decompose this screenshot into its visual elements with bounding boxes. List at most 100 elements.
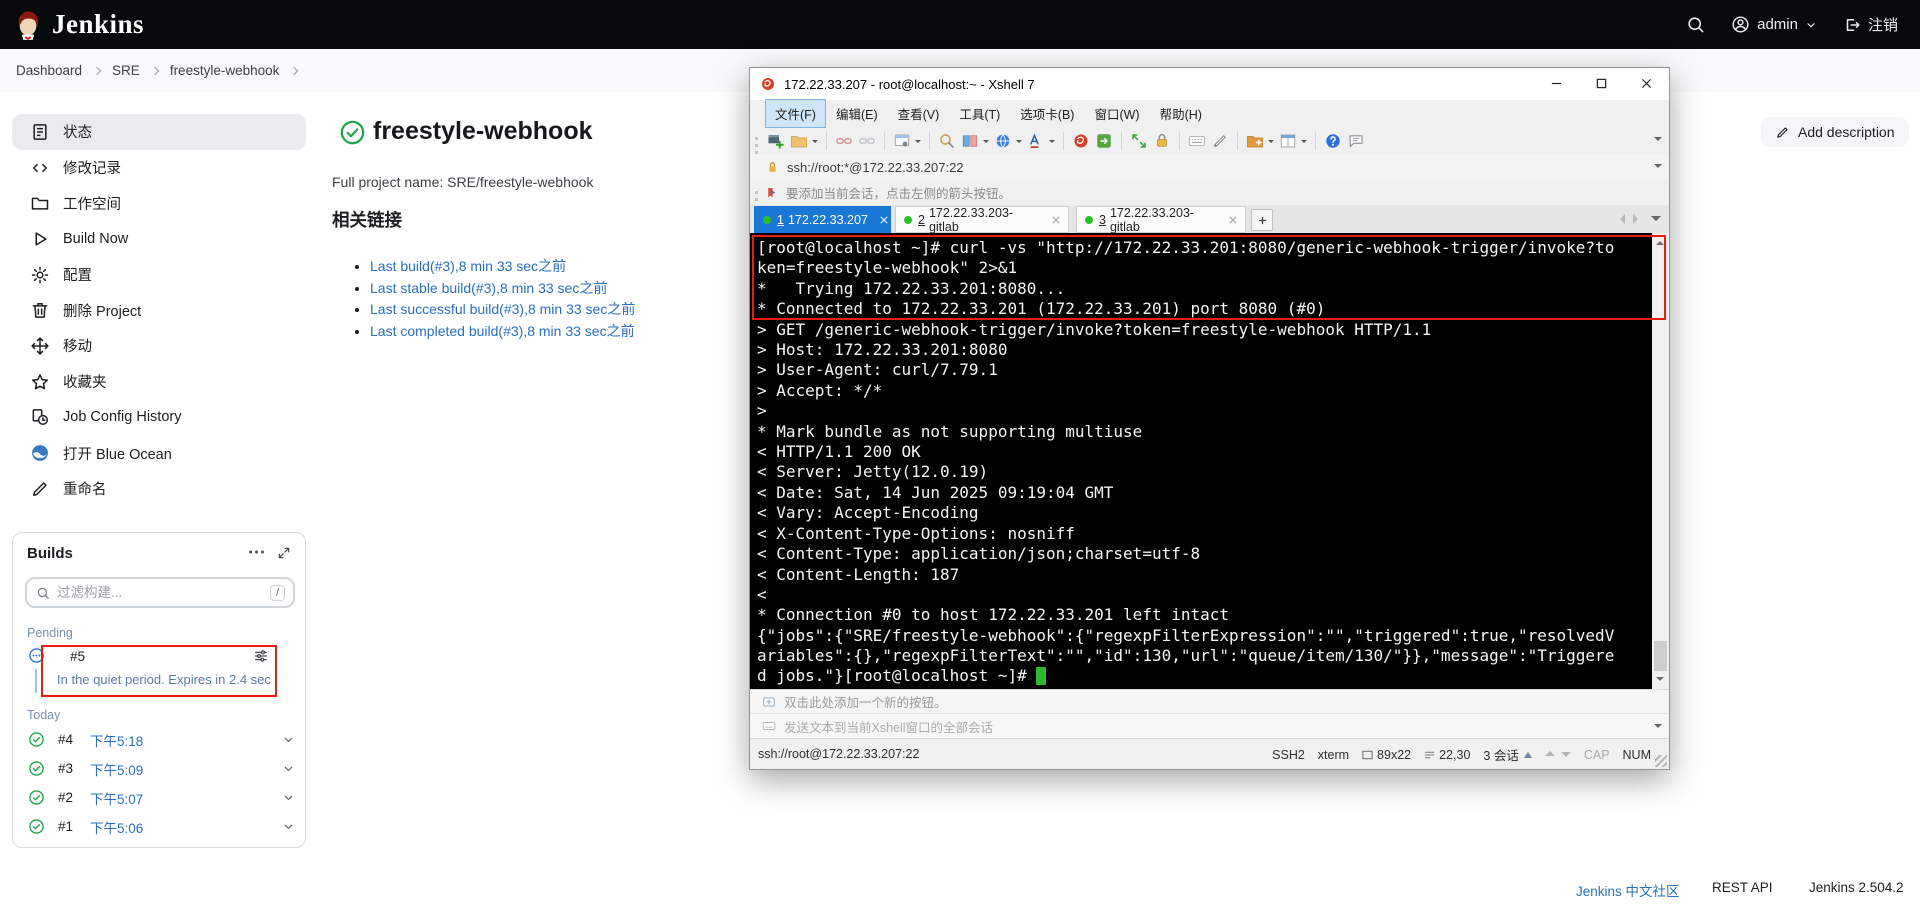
dropdown-caret[interactable] [983,140,989,146]
last-stable-build-link[interactable]: Last stable build(#3),8 min 33 sec之前 [370,280,607,296]
last-successful-build-link[interactable]: Last successful build(#3),8 min 33 sec之前 [370,301,635,317]
help-icon[interactable] [1323,131,1343,151]
dropdown-caret[interactable] [1268,140,1274,146]
new-tab-button[interactable] [1251,209,1273,231]
rest-api-link[interactable]: REST API [1712,880,1773,895]
minimize-button[interactable] [1534,68,1579,99]
open-sessions-icon[interactable] [789,131,809,151]
menu-tools[interactable]: 工具(T) [950,100,1009,127]
breadcrumb-job[interactable]: freestyle-webhook [170,63,280,78]
last-build-link[interactable]: Last build(#3),8 min 33 sec之前 [370,258,566,274]
build-row[interactable]: #2 下午5:07 [13,783,307,812]
font-icon[interactable] [1026,131,1046,151]
send-bar-caret[interactable] [1654,724,1662,732]
xshell-address-bar[interactable]: ssh://root:*@172.22.33.207:22 [750,154,1669,180]
sidebar-item-workspace[interactable]: 工作空间 [12,185,306,221]
sidebar-item-configure[interactable]: 配置 [12,257,306,293]
quick-button-bar[interactable]: 双击此处添加一个新的按钮。 [750,689,1669,713]
session-tab-1[interactable]: 1 172.22.33.207 [754,206,891,233]
chevron-down-icon[interactable] [282,791,295,804]
scroll-bottom-icon[interactable] [1560,751,1571,762]
logout-button[interactable]: 注销 [1833,6,1908,43]
split-screen-icon[interactable] [960,131,980,151]
dropdown-caret[interactable] [1301,140,1307,146]
maximize-button[interactable] [1579,68,1624,99]
virtual-keyboard-icon[interactable] [1187,131,1207,151]
session-properties-icon[interactable] [892,131,912,151]
disconnect-icon[interactable] [857,131,877,151]
tab-close-icon[interactable] [880,215,888,224]
find-icon[interactable] [937,131,957,151]
session-tab-2[interactable]: 2 172.22.33.203-gitlab [895,206,1069,234]
sidebar-item-build-now[interactable]: Build Now [12,221,306,257]
terminal-screen[interactable]: [root@localhost ~]# curl -vs "http://172… [750,233,1669,689]
menu-file[interactable]: 文件(F) [765,99,826,128]
new-session-icon[interactable] [766,131,786,151]
scroll-down-icon[interactable] [1656,677,1664,685]
tab-list-caret[interactable] [1651,216,1661,226]
xftp-icon[interactable] [1094,131,1114,151]
sessions-indicator[interactable]: 3 会话 [1483,745,1532,764]
menu-help[interactable]: 帮助(H) [1151,100,1211,127]
sidebar-item-open-blue-ocean[interactable]: 打开 Blue Ocean [12,435,306,471]
jenkins-community-link[interactable]: Jenkins 中文社区 [1576,880,1680,900]
dropdown-caret[interactable] [915,140,921,146]
user-menu[interactable]: admin [1721,7,1827,42]
send-text-bar[interactable]: 发送文本到当前Xshell窗口的全部会话 [750,713,1669,738]
web-browser-icon[interactable] [993,131,1013,151]
scroll-top-icon[interactable] [1544,746,1555,756]
new-file-icon[interactable] [1245,131,1265,151]
build-time-link[interactable]: 下午5:18 [90,730,143,750]
sidebar-item-status[interactable]: 状态 [12,114,306,150]
dropdown-caret[interactable] [812,140,818,146]
chevron-down-icon[interactable] [282,762,295,775]
sidebar-item-delete-project[interactable]: 删除 Project [12,292,306,328]
fullscreen-icon[interactable] [1129,131,1149,151]
resize-grip[interactable] [1655,755,1667,767]
header-search-button[interactable] [1676,7,1715,42]
sidebar-item-favorites[interactable]: 收藏夹 [12,364,306,400]
jenkins-logo[interactable]: Jenkins [14,9,144,41]
build-time-link[interactable]: 下午5:06 [90,817,143,837]
reconnect-icon[interactable] [834,131,854,151]
scroll-up-icon[interactable] [1656,237,1664,245]
terminal-scrollbar[interactable] [1652,233,1669,689]
toolbar-overflow-caret[interactable] [1654,137,1662,145]
builds-menu-button[interactable] [248,547,265,557]
tab-scroll-left-icon[interactable] [1615,213,1625,224]
lock-screen-icon[interactable] [1152,131,1172,151]
scrollbar-thumb[interactable] [1654,641,1667,671]
build-row[interactable]: #4 下午5:18 [13,725,307,754]
build-row[interactable]: #3 下午5:09 [13,754,307,783]
build-row[interactable]: #1 下午5:06 [13,812,307,841]
tab-close-icon[interactable] [1052,215,1060,224]
tab-close-icon[interactable] [1229,215,1237,224]
session-tab-3[interactable]: 3 172.22.33.203-gitlab [1076,206,1246,234]
sidebar-item-job-config-history[interactable]: Job Config History [12,400,306,436]
address-dropdown-caret[interactable] [1654,164,1662,172]
menu-tabs[interactable]: 选项卡(B) [1011,100,1083,127]
last-completed-build-link[interactable]: Last completed build(#3),8 min 33 sec之前 [370,323,635,339]
highlight-pen-icon[interactable] [1210,131,1230,151]
menu-edit[interactable]: 编辑(E) [827,100,887,127]
menu-view[interactable]: 查看(V) [889,100,949,127]
builds-expand-button[interactable] [277,546,291,560]
chevron-down-icon[interactable] [282,820,295,833]
xshell-titlebar[interactable]: 172.22.33.207 - root@localhost:~ - Xshel… [750,68,1669,100]
build-time-link[interactable]: 下午5:07 [90,788,143,808]
xshell-session-icon[interactable] [1071,131,1091,151]
menu-window[interactable]: 窗口(W) [1085,100,1148,127]
build-time-link[interactable]: 下午5:09 [90,759,143,779]
breadcrumb-dashboard[interactable]: Dashboard [16,63,82,78]
sidebar-item-rename[interactable]: 重命名 [12,471,306,507]
layout-icon[interactable] [1278,131,1298,151]
build-filter-input[interactable] [57,585,263,600]
dropdown-caret[interactable] [1016,140,1022,146]
sidebar-item-changes[interactable]: 修改记录 [12,150,306,186]
add-description-button[interactable]: Add description [1761,117,1909,147]
tab-scroll-right-icon[interactable] [1633,213,1643,224]
sidebar-item-move[interactable]: 移动 [12,328,306,364]
breadcrumb-sre[interactable]: SRE [112,63,140,78]
chat-icon[interactable] [1346,131,1366,151]
chevron-down-icon[interactable] [282,733,295,746]
